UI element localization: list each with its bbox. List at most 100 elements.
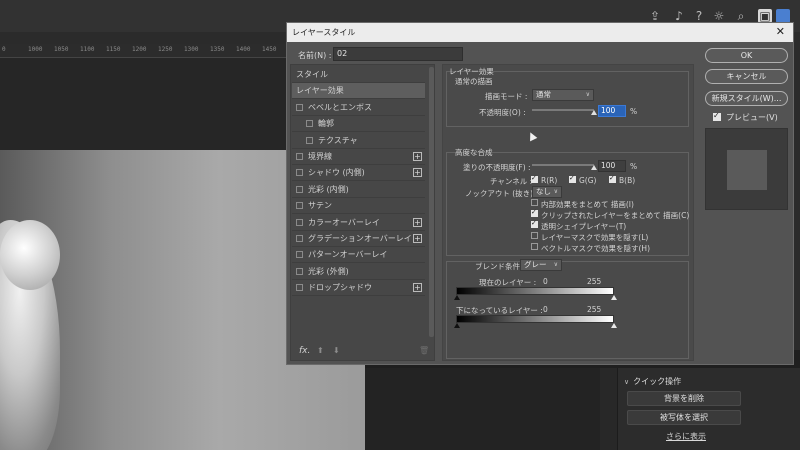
channel-g-label: G(G) [579, 176, 597, 185]
trash-icon[interactable]: 🗑 [419, 346, 429, 355]
style-checkbox[interactable] [306, 120, 313, 128]
ruler-tick: 1050 [54, 46, 69, 53]
dialog-titlebar[interactable]: レイヤースタイル ✕ [287, 23, 793, 42]
channel-b-label: B(B) [619, 176, 636, 185]
style-list-label: 輪郭 [318, 119, 334, 129]
plus-icon[interactable]: + [413, 283, 422, 293]
plus-icon[interactable]: + [413, 168, 422, 178]
bell-icon[interactable]: ♪ [672, 9, 686, 23]
underlying-layer-gradient[interactable] [456, 315, 614, 323]
underlying-layer-max: 255 [587, 305, 602, 314]
remove-background-button[interactable]: 背景を削除 [627, 391, 741, 406]
style-list-item[interactable]: グラデーションオーバーレイ + [292, 231, 425, 247]
style-list-item[interactable]: 光彩 (内側) [292, 182, 425, 198]
plus-icon[interactable]: + [413, 152, 422, 161]
channel-r-checkbox[interactable] [531, 174, 538, 183]
style-checkbox[interactable] [296, 153, 303, 160]
new-style-button[interactable]: 新規スタイル(W)... [705, 91, 788, 106]
ruler-tick: 1400 [236, 46, 251, 53]
style-list-item[interactable]: 境界線 + [292, 149, 425, 165]
knockout-select[interactable]: なし ∨ [532, 186, 562, 198]
style-list-label: 光彩 (内側) [308, 184, 349, 194]
advanced-option-label: ベクトルマスクで効果を隠す(H) [541, 244, 650, 253]
style-list-item[interactable]: レイヤー効果 [292, 83, 425, 100]
style-checkbox[interactable] [296, 251, 303, 259]
style-checkbox[interactable] [296, 235, 303, 242]
preview-swatch [727, 150, 767, 190]
select-subject-button[interactable]: 被写体を選択 [627, 410, 741, 425]
fill-opacity-slider-track[interactable] [532, 164, 594, 166]
cancel-button[interactable]: キャンセル [705, 69, 788, 84]
knockout-value: なし [536, 187, 551, 196]
style-list-item[interactable]: パターンオーバーレイ [292, 247, 425, 264]
style-list-item[interactable]: シャドウ (内側) + [292, 165, 425, 182]
blend-mode-select[interactable]: 通常 ∨ [532, 89, 594, 101]
search-icon[interactable]: ⌕ [734, 9, 748, 23]
avatar[interactable] [776, 9, 790, 23]
style-list-item[interactable]: スタイル [292, 67, 425, 83]
advanced-option-checkbox[interactable] [531, 208, 538, 217]
style-checkbox[interactable] [296, 169, 303, 177]
style-checkbox[interactable] [296, 185, 303, 193]
this-layer-max: 255 [587, 277, 602, 286]
preview-checkbox[interactable] [713, 111, 721, 121]
channel-r-label: R(R) [541, 176, 558, 185]
style-list-item[interactable]: サテン [292, 198, 425, 215]
advanced-option-checkbox[interactable] [531, 232, 538, 239]
style-list-label: レイヤー効果 [296, 86, 344, 96]
this-layer-gradient[interactable] [456, 287, 614, 295]
advanced-option-checkbox[interactable] [531, 219, 538, 228]
fill-opacity-slider-thumb[interactable] [591, 165, 597, 170]
style-list-item[interactable]: ベベルとエンボス [292, 100, 425, 116]
ok-button[interactable]: OK [705, 48, 788, 63]
close-icon[interactable]: ✕ [776, 25, 785, 39]
quick-action-header[interactable]: ∨ クイック操作 [624, 376, 681, 387]
underlying-black-stop[interactable] [454, 323, 460, 328]
fill-opacity-unit: % [630, 162, 638, 171]
blend-if-select[interactable]: グレー ∨ [520, 259, 562, 271]
workspace-icon[interactable]: ▣ [758, 9, 772, 23]
style-checkbox[interactable] [296, 218, 303, 226]
help-icon[interactable]: ? [692, 9, 706, 23]
style-list-item[interactable]: ドロップシャドウ + [292, 280, 425, 297]
knockout-label: ノックアウト (抜き) : [465, 189, 538, 198]
ruler-tick: 1300 [184, 46, 199, 53]
style-list-scrollbar[interactable] [429, 67, 434, 337]
arrow-down-icon[interactable]: ⬇ [333, 346, 340, 355]
style-checkbox[interactable] [306, 136, 313, 144]
name-input[interactable]: 02 [333, 47, 463, 61]
opacity-input[interactable]: 100 [598, 105, 626, 117]
channel-g-checkbox[interactable] [569, 174, 576, 183]
style-list-label: カラーオーバーレイ [308, 217, 380, 227]
style-list-item[interactable]: 輪郭 [292, 116, 425, 133]
style-checkbox[interactable] [296, 267, 303, 275]
sun-icon[interactable]: ☼ [712, 9, 726, 23]
style-list-item[interactable]: テクスチャ [292, 133, 425, 149]
advanced-option-label: クリップされたレイヤーをまとめて 描画(C) [541, 211, 690, 220]
style-checkbox[interactable] [296, 103, 303, 111]
style-list-item[interactable]: 光彩 (外側) [292, 264, 425, 280]
dialog-title: レイヤースタイル [292, 28, 356, 37]
advanced-option-checkbox[interactable] [531, 199, 538, 206]
arrow-up-icon[interactable]: ⬆ [317, 346, 324, 355]
style-checkbox[interactable] [296, 202, 303, 210]
style-checkbox[interactable] [296, 284, 303, 292]
share-icon[interactable]: ⇪ [648, 9, 662, 23]
opacity-slider-thumb[interactable] [591, 110, 597, 115]
opacity-slider-track[interactable] [532, 109, 594, 111]
fill-opacity-input[interactable]: 100 [598, 160, 626, 172]
ruler-tick: 1100 [80, 46, 95, 53]
fx-icon[interactable]: fx. [299, 346, 310, 356]
style-list-item[interactable]: カラーオーバーレイ + [292, 215, 425, 231]
advanced-option-checkbox[interactable] [531, 243, 538, 250]
plus-icon[interactable]: + [413, 234, 422, 243]
style-list-panel: スタイルレイヤー効果ベベルとエンボス輪郭テクスチャ 境界線 + シャドウ (内側) + 光… [290, 64, 435, 361]
layer-style-dialog: レイヤースタイル ✕ 名前(N) : 02 スタイル レイヤー効果 ベベルとエンボス… [286, 22, 794, 365]
show-more-link[interactable]: さらに表示 [666, 431, 706, 442]
plus-icon[interactable]: + [413, 217, 422, 227]
opacity-unit: % [630, 107, 638, 116]
channel-b-checkbox[interactable] [609, 174, 616, 183]
underlying-white-stop[interactable] [611, 323, 617, 328]
this-layer-white-stop[interactable] [611, 295, 617, 300]
this-layer-black-stop[interactable] [454, 295, 460, 300]
